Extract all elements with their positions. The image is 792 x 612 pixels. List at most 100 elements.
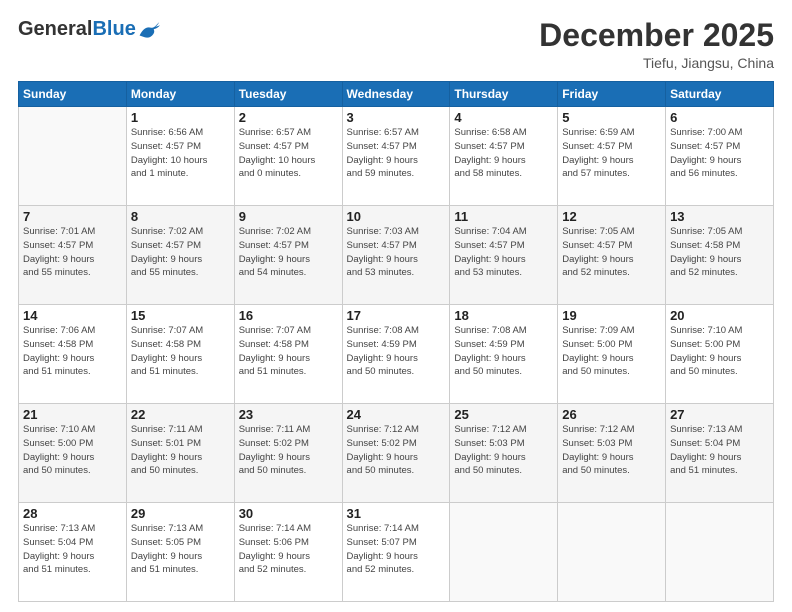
day-number: 15 (131, 308, 230, 323)
day-info: Sunrise: 7:09 AMSunset: 5:00 PMDaylight:… (562, 324, 661, 379)
day-number: 31 (347, 506, 446, 521)
day-info: Sunrise: 6:57 AMSunset: 4:57 PMDaylight:… (347, 126, 446, 181)
calendar-cell (558, 503, 666, 602)
day-info: Sunrise: 6:57 AMSunset: 4:57 PMDaylight:… (239, 126, 338, 181)
day-info: Sunrise: 7:04 AMSunset: 4:57 PMDaylight:… (454, 225, 553, 280)
day-number: 2 (239, 110, 338, 125)
day-info: Sunrise: 7:00 AMSunset: 4:57 PMDaylight:… (670, 126, 769, 181)
location: Tiefu, Jiangsu, China (539, 55, 774, 71)
calendar-cell (666, 503, 774, 602)
calendar-cell: 28Sunrise: 7:13 AMSunset: 5:04 PMDayligh… (19, 503, 127, 602)
calendar-cell: 31Sunrise: 7:14 AMSunset: 5:07 PMDayligh… (342, 503, 450, 602)
day-number: 17 (347, 308, 446, 323)
day-number: 7 (23, 209, 122, 224)
day-number: 1 (131, 110, 230, 125)
day-info: Sunrise: 7:07 AMSunset: 4:58 PMDaylight:… (239, 324, 338, 379)
calendar-cell: 20Sunrise: 7:10 AMSunset: 5:00 PMDayligh… (666, 305, 774, 404)
calendar-cell: 15Sunrise: 7:07 AMSunset: 4:58 PMDayligh… (126, 305, 234, 404)
calendar-cell: 30Sunrise: 7:14 AMSunset: 5:06 PMDayligh… (234, 503, 342, 602)
day-number: 10 (347, 209, 446, 224)
day-info: Sunrise: 7:12 AMSunset: 5:02 PMDaylight:… (347, 423, 446, 478)
logo-general: General (18, 18, 92, 41)
day-info: Sunrise: 7:08 AMSunset: 4:59 PMDaylight:… (347, 324, 446, 379)
day-info: Sunrise: 7:06 AMSunset: 4:58 PMDaylight:… (23, 324, 122, 379)
calendar-cell: 4Sunrise: 6:58 AMSunset: 4:57 PMDaylight… (450, 107, 558, 206)
day-number: 26 (562, 407, 661, 422)
calendar-table: SundayMondayTuesdayWednesdayThursdayFrid… (18, 81, 774, 602)
calendar-cell: 29Sunrise: 7:13 AMSunset: 5:05 PMDayligh… (126, 503, 234, 602)
day-number: 24 (347, 407, 446, 422)
calendar-cell: 23Sunrise: 7:11 AMSunset: 5:02 PMDayligh… (234, 404, 342, 503)
calendar-cell: 21Sunrise: 7:10 AMSunset: 5:00 PMDayligh… (19, 404, 127, 503)
day-info: Sunrise: 6:58 AMSunset: 4:57 PMDaylight:… (454, 126, 553, 181)
day-number: 28 (23, 506, 122, 521)
month-title: December 2025 (539, 18, 774, 53)
calendar-cell: 24Sunrise: 7:12 AMSunset: 5:02 PMDayligh… (342, 404, 450, 503)
header: GeneralBlue December 2025 Tiefu, Jiangsu… (18, 18, 774, 71)
col-header-wednesday: Wednesday (342, 82, 450, 107)
day-info: Sunrise: 7:08 AMSunset: 4:59 PMDaylight:… (454, 324, 553, 379)
calendar-cell: 9Sunrise: 7:02 AMSunset: 4:57 PMDaylight… (234, 206, 342, 305)
day-number: 16 (239, 308, 338, 323)
col-header-thursday: Thursday (450, 82, 558, 107)
day-info: Sunrise: 7:13 AMSunset: 5:04 PMDaylight:… (670, 423, 769, 478)
day-info: Sunrise: 7:07 AMSunset: 4:58 PMDaylight:… (131, 324, 230, 379)
calendar-cell: 13Sunrise: 7:05 AMSunset: 4:58 PMDayligh… (666, 206, 774, 305)
calendar-cell: 7Sunrise: 7:01 AMSunset: 4:57 PMDaylight… (19, 206, 127, 305)
logo-bird-icon (138, 21, 160, 39)
day-number: 3 (347, 110, 446, 125)
day-number: 13 (670, 209, 769, 224)
day-number: 30 (239, 506, 338, 521)
day-number: 12 (562, 209, 661, 224)
day-number: 14 (23, 308, 122, 323)
day-number: 20 (670, 308, 769, 323)
day-info: Sunrise: 7:13 AMSunset: 5:05 PMDaylight:… (131, 522, 230, 577)
calendar-cell: 19Sunrise: 7:09 AMSunset: 5:00 PMDayligh… (558, 305, 666, 404)
calendar-cell: 1Sunrise: 6:56 AMSunset: 4:57 PMDaylight… (126, 107, 234, 206)
day-info: Sunrise: 7:14 AMSunset: 5:06 PMDaylight:… (239, 522, 338, 577)
day-number: 29 (131, 506, 230, 521)
logo: GeneralBlue (18, 18, 160, 41)
day-number: 18 (454, 308, 553, 323)
logo-blue: Blue (92, 18, 135, 41)
calendar-cell: 25Sunrise: 7:12 AMSunset: 5:03 PMDayligh… (450, 404, 558, 503)
calendar-cell: 16Sunrise: 7:07 AMSunset: 4:58 PMDayligh… (234, 305, 342, 404)
calendar-cell: 17Sunrise: 7:08 AMSunset: 4:59 PMDayligh… (342, 305, 450, 404)
calendar-cell: 5Sunrise: 6:59 AMSunset: 4:57 PMDaylight… (558, 107, 666, 206)
calendar-cell: 11Sunrise: 7:04 AMSunset: 4:57 PMDayligh… (450, 206, 558, 305)
day-number: 22 (131, 407, 230, 422)
calendar-cell (19, 107, 127, 206)
day-info: Sunrise: 7:05 AMSunset: 4:57 PMDaylight:… (562, 225, 661, 280)
day-number: 11 (454, 209, 553, 224)
day-info: Sunrise: 7:11 AMSunset: 5:02 PMDaylight:… (239, 423, 338, 478)
day-info: Sunrise: 6:56 AMSunset: 4:57 PMDaylight:… (131, 126, 230, 181)
col-header-sunday: Sunday (19, 82, 127, 107)
title-block: December 2025 Tiefu, Jiangsu, China (539, 18, 774, 71)
col-header-tuesday: Tuesday (234, 82, 342, 107)
calendar-cell (450, 503, 558, 602)
day-number: 5 (562, 110, 661, 125)
day-info: Sunrise: 7:02 AMSunset: 4:57 PMDaylight:… (239, 225, 338, 280)
day-number: 25 (454, 407, 553, 422)
calendar-cell: 22Sunrise: 7:11 AMSunset: 5:01 PMDayligh… (126, 404, 234, 503)
day-info: Sunrise: 7:11 AMSunset: 5:01 PMDaylight:… (131, 423, 230, 478)
day-info: Sunrise: 7:03 AMSunset: 4:57 PMDaylight:… (347, 225, 446, 280)
calendar-cell: 2Sunrise: 6:57 AMSunset: 4:57 PMDaylight… (234, 107, 342, 206)
day-number: 8 (131, 209, 230, 224)
calendar-cell: 3Sunrise: 6:57 AMSunset: 4:57 PMDaylight… (342, 107, 450, 206)
calendar-cell: 14Sunrise: 7:06 AMSunset: 4:58 PMDayligh… (19, 305, 127, 404)
logo-text: GeneralBlue (18, 18, 160, 41)
col-header-friday: Friday (558, 82, 666, 107)
day-info: Sunrise: 7:13 AMSunset: 5:04 PMDaylight:… (23, 522, 122, 577)
day-info: Sunrise: 7:10 AMSunset: 5:00 PMDaylight:… (23, 423, 122, 478)
calendar-cell: 8Sunrise: 7:02 AMSunset: 4:57 PMDaylight… (126, 206, 234, 305)
day-info: Sunrise: 7:05 AMSunset: 4:58 PMDaylight:… (670, 225, 769, 280)
calendar-cell: 12Sunrise: 7:05 AMSunset: 4:57 PMDayligh… (558, 206, 666, 305)
day-number: 23 (239, 407, 338, 422)
day-number: 4 (454, 110, 553, 125)
calendar-cell: 26Sunrise: 7:12 AMSunset: 5:03 PMDayligh… (558, 404, 666, 503)
page: GeneralBlue December 2025 Tiefu, Jiangsu… (0, 0, 792, 612)
day-info: Sunrise: 7:01 AMSunset: 4:57 PMDaylight:… (23, 225, 122, 280)
day-info: Sunrise: 7:10 AMSunset: 5:00 PMDaylight:… (670, 324, 769, 379)
day-info: Sunrise: 7:02 AMSunset: 4:57 PMDaylight:… (131, 225, 230, 280)
